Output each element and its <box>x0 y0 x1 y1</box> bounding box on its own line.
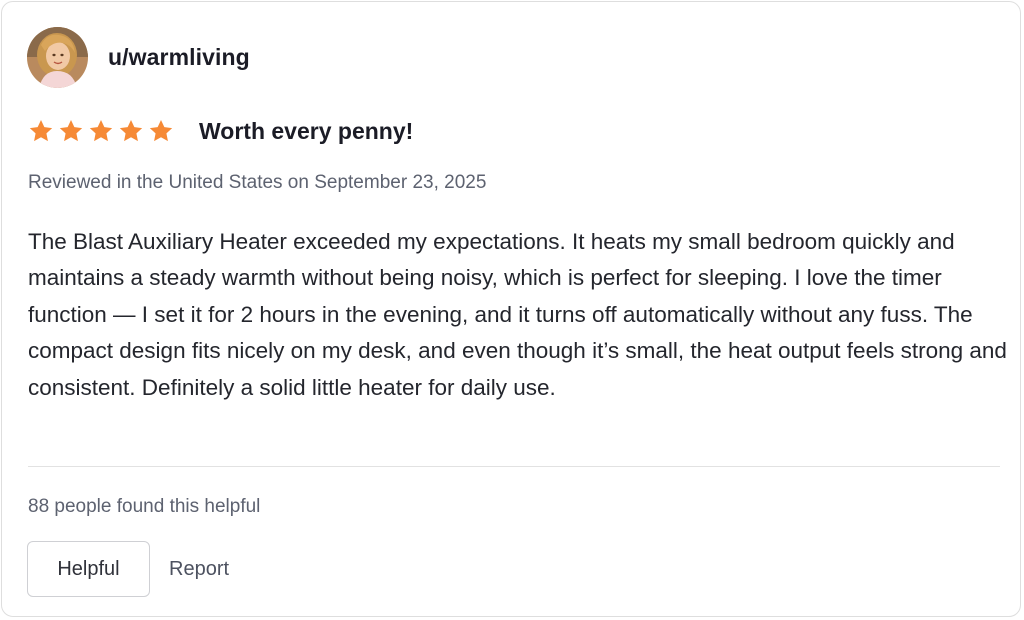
helpful-count: 88 people found this helpful <box>28 496 261 517</box>
review-date: Reviewed in the United States on Septemb… <box>28 172 487 193</box>
review-body: The Blast Auxiliary Heater exceeded my e… <box>28 229 1007 400</box>
report-link[interactable]: Report <box>169 558 229 581</box>
review-card: u/warmliving Worth every penny! Reviewed… <box>1 1 1021 617</box>
star-icon <box>29 119 53 142</box>
avatar[interactable] <box>27 27 88 88</box>
username[interactable]: u/warmliving <box>108 44 250 71</box>
star-icon <box>149 119 173 142</box>
star-icon <box>89 119 113 142</box>
user-avatar-icon <box>27 27 88 88</box>
helpful-button[interactable]: Helpful <box>27 541 150 597</box>
rating-row: Worth every penny! <box>28 115 413 147</box>
review-header: u/warmliving <box>27 27 250 88</box>
star-icon <box>59 119 83 142</box>
star-icon <box>119 119 143 142</box>
review-title: Worth every penny! <box>199 117 414 144</box>
divider <box>28 466 1000 467</box>
star-rating <box>28 118 174 144</box>
